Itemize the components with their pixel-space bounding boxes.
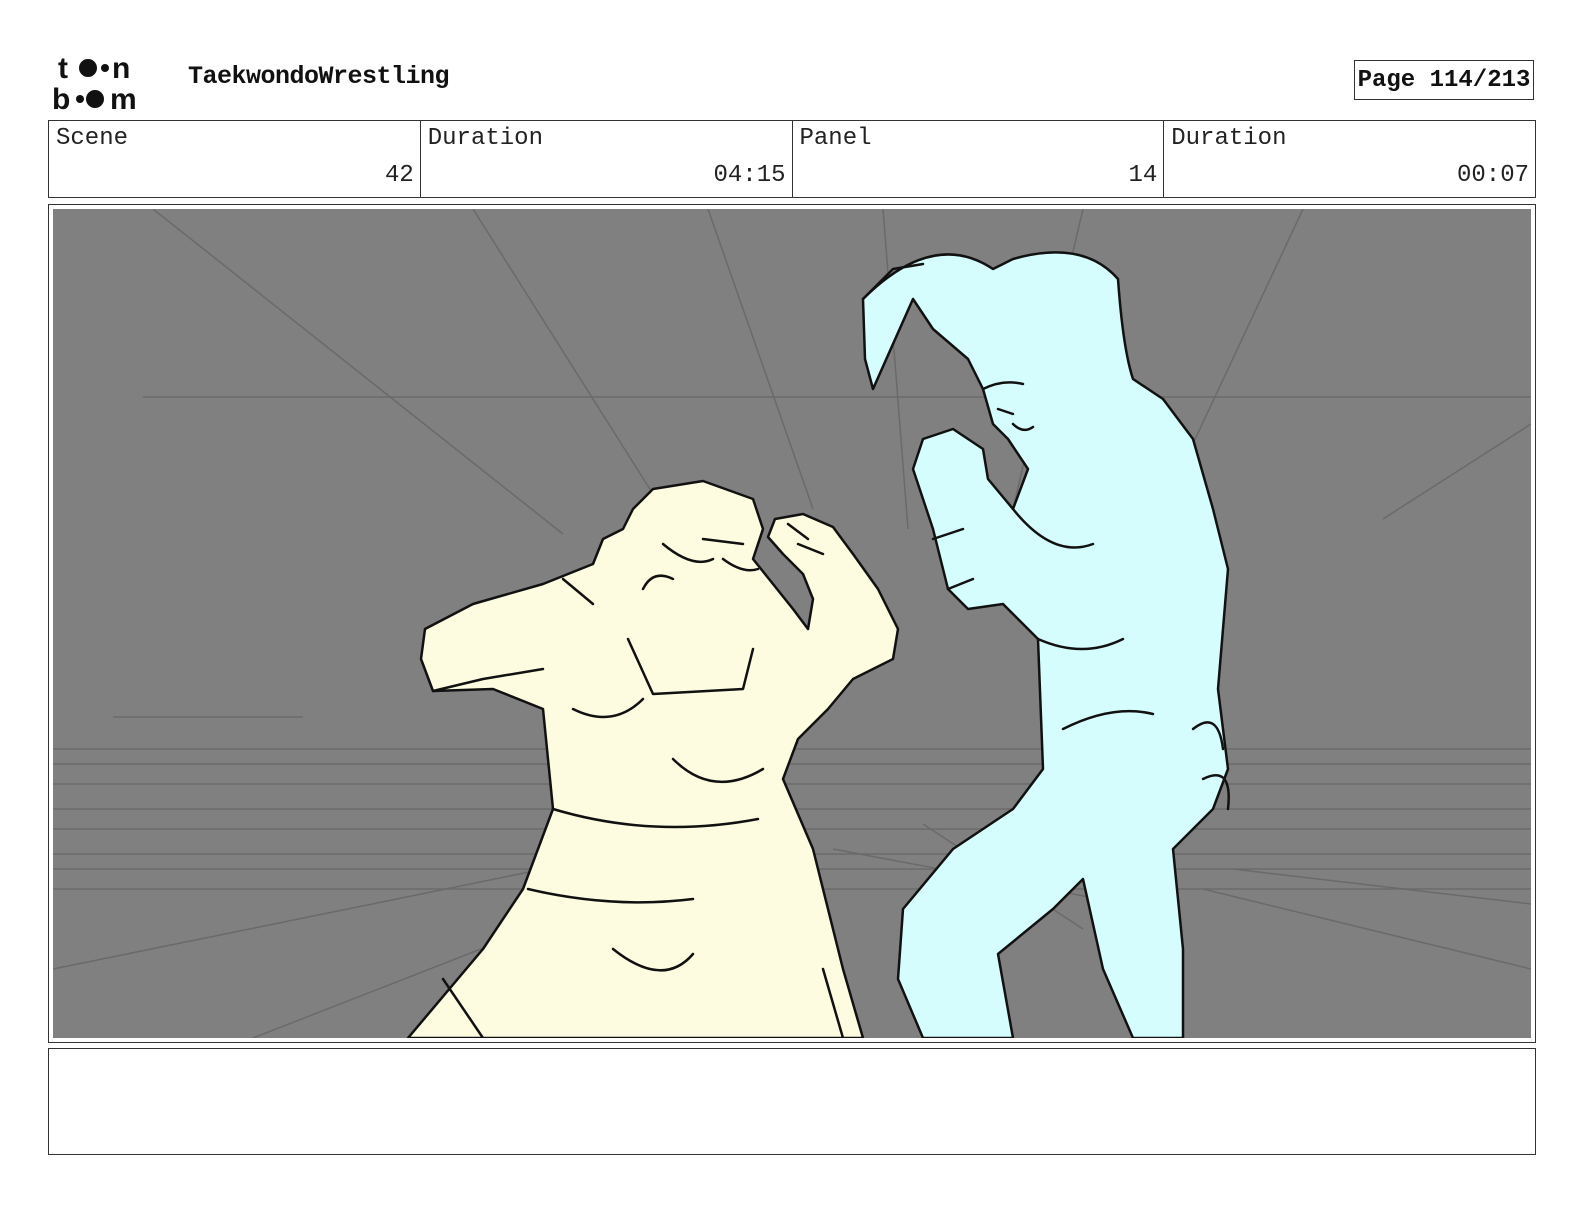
panel-drawing bbox=[53, 209, 1531, 1038]
panel-value: 14 bbox=[1128, 162, 1158, 189]
storyboard-panel bbox=[48, 204, 1536, 1043]
panel-label: Panel bbox=[799, 125, 872, 152]
panel-duration-cell: Duration 00:07 bbox=[1164, 121, 1535, 197]
toon-boom-logo: t n b m bbox=[52, 52, 137, 112]
scene-duration-cell: Duration 04:15 bbox=[421, 121, 793, 197]
panel-duration-value: 00:07 bbox=[1456, 162, 1529, 189]
svg-text:n: n bbox=[112, 52, 130, 85]
scene-duration-label: Duration bbox=[427, 125, 543, 152]
svg-text:t: t bbox=[58, 52, 68, 85]
project-title: TaekwondoWrestling bbox=[188, 62, 450, 91]
scene-value: 42 bbox=[384, 162, 414, 189]
scene-duration-value: 04:15 bbox=[713, 162, 786, 189]
svg-text:b: b bbox=[52, 83, 70, 112]
panel-notes-box bbox=[48, 1048, 1536, 1155]
page-number: Page 114/213 bbox=[1354, 60, 1534, 100]
scene-info-table: Scene 42 Duration 04:15 Panel 14 Duratio… bbox=[48, 120, 1536, 198]
scene-label: Scene bbox=[56, 125, 129, 152]
panel-duration-label: Duration bbox=[1171, 125, 1287, 152]
svg-text:m: m bbox=[110, 83, 137, 112]
panel-cell: Panel 14 bbox=[793, 121, 1165, 197]
scene-cell: Scene 42 bbox=[49, 121, 421, 197]
